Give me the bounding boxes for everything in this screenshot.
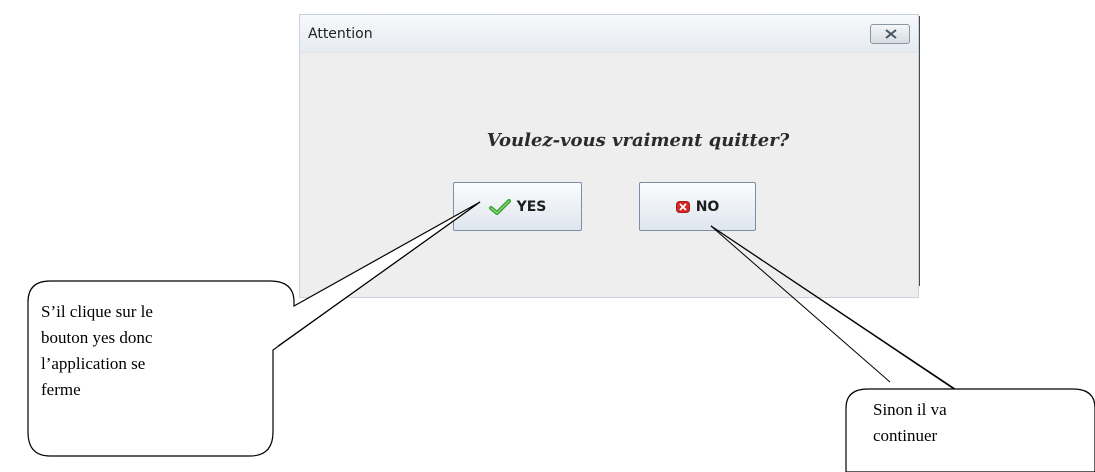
right-pointer-line (710, 225, 891, 383)
left-callout-line: S’il clique sur le (41, 302, 153, 321)
left-pointer-line (277, 201, 481, 347)
left-callout-line: bouton yes donc (41, 328, 153, 347)
right-callout-line: Sinon il va (873, 400, 947, 419)
right-callout-text: Sinon il va continuer (873, 397, 1073, 449)
left-callout-line: ferme (41, 380, 81, 399)
left-callout-line: l’application se (41, 354, 146, 373)
left-callout-text: S’il clique sur le bouton yes donc l’app… (41, 299, 241, 403)
right-callout-line: continuer (873, 426, 938, 445)
